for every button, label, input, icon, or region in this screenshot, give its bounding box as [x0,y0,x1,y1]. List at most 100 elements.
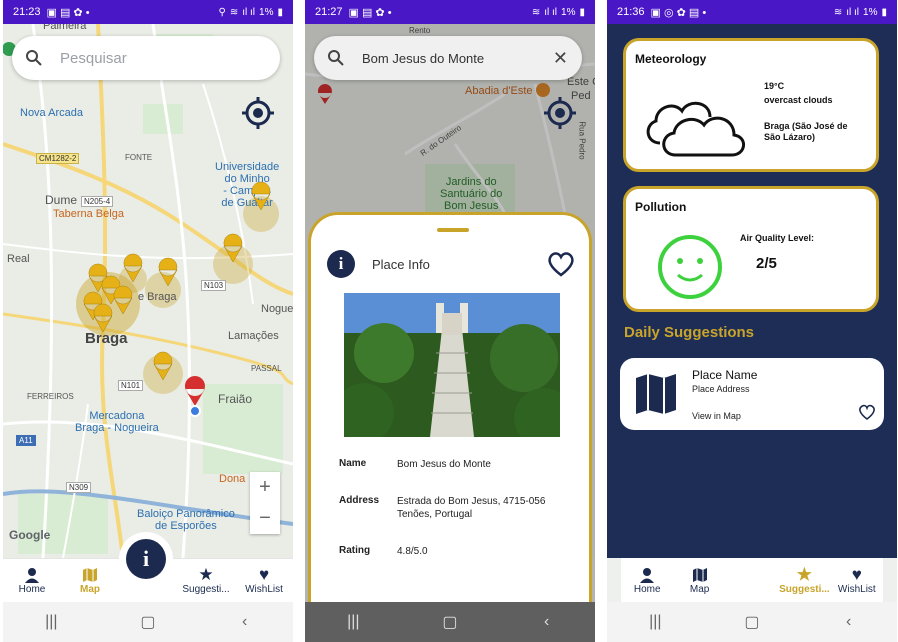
smiley-face-icon [658,235,722,299]
notification-icons: ▣ ▤ ✿ • [46,6,90,19]
nav-home[interactable]: Home [4,566,60,595]
info-icon: i [126,539,166,579]
nav-home-label: Home [633,583,661,595]
battery-icon: ▮ [579,6,585,18]
nav-home[interactable]: Home [621,566,673,595]
sheet-drag-handle[interactable] [437,228,469,232]
place-pin-icon [223,233,243,263]
status-time: 21:23 [13,6,41,18]
suggestion-card[interactable]: Place Name Place Address View in Map [620,358,884,430]
phone-suggestions-screen: 21:36 ▣ ◎ ✿ ▤ • ≋ ıl ıl 1% ▮ Meteorology… [607,0,897,642]
heart-icon: ♥ [851,564,862,584]
system-navigation: ||| ▢ ‹ [305,602,595,642]
wifi-icon: ≋ [229,6,239,18]
recent-apps-icon[interactable]: ||| [333,613,373,631]
place-pin-icon [123,253,143,283]
battery-level: 1% [863,6,878,18]
nav-suggestions[interactable]: ★ Suggesti... [778,564,830,595]
wifi-icon: ≋ [833,6,843,18]
current-location-icon [189,405,201,417]
info-key-name: Name [339,458,367,469]
air-quality-value: 2/5 [756,255,777,272]
info-fab-button[interactable]: i [121,534,171,584]
search-icon [26,50,42,66]
battery-icon: ▮ [277,6,283,18]
search-bar[interactable] [12,36,280,80]
air-quality-label: Air Quality Level: [740,233,815,243]
star-icon: ★ [796,564,813,584]
info-value-rating: 4.8/5.0 [397,546,428,557]
info-value-name: Bom Jesus do Monte [397,459,491,470]
heart-icon: ♥ [258,565,270,584]
system-navigation: ||| ▢ ‹ [607,602,897,642]
nav-suggestions[interactable]: ★ Suggesti... [178,565,234,595]
nav-wishlist-label: WishList [245,584,283,595]
signal-icon: ıl ıl [242,6,256,18]
clear-icon[interactable]: ✕ [553,48,568,69]
nav-map-label: Map [689,583,710,595]
nav-wishlist[interactable]: ♥ WishList [831,564,883,595]
search-input[interactable] [362,50,532,66]
home-icon[interactable]: ▢ [128,612,168,632]
status-bar: 21:36 ▣ ◎ ✿ ▤ • ≋ ıl ıl 1% ▮ [607,0,897,24]
view-in-map-link[interactable]: View in Map [692,411,741,421]
status-time: 21:27 [315,6,343,18]
place-photo [344,293,560,437]
status-bar: 21:23 ▣ ▤ ✿ • ⚲ ≋ ıl ıl 1% ▮ [3,0,293,24]
nav-suggestions-label: Suggesti... [182,584,230,595]
pollution-title: Pollution [635,200,687,214]
cloud-icon [646,101,745,157]
place-name: Place Name [692,368,758,382]
bottom-navigation: Home Map . ★ Suggesti... ♥ WishList [621,558,883,602]
map-icon [692,566,708,584]
info-icon: i [327,250,355,278]
temperature: 19°C [764,81,785,91]
favorite-heart-icon[interactable] [547,251,575,277]
map-icon [636,374,676,414]
daily-suggestions-title: Daily Suggestions [624,324,755,341]
info-key-rating: Rating [339,545,371,556]
system-navigation: ||| ▢ ‹ [3,602,293,642]
home-icon[interactable]: ▢ [732,612,772,632]
battery-level: 1% [561,6,576,18]
pollution-card: Pollution Air Quality Level: 2/5 [623,186,879,312]
my-location-icon[interactable] [241,96,275,130]
weather-description: overcast clouds [764,95,833,105]
back-icon[interactable]: ‹ [225,613,265,631]
zoom-out-button[interactable]: − [250,503,280,534]
nav-map[interactable]: Map [673,566,725,595]
nav-suggestions-label: Suggesti... [779,583,830,595]
location-icon: ⚲ [218,6,226,18]
phone-place-info-screen: 21:27 ▣ ▤ ✿ • ≋ ıl ıl 1% ▮ Abadia d'Este… [305,0,595,642]
zoom-in-button[interactable]: + [250,472,280,503]
zoom-controls: + − [250,472,280,534]
star-icon: ★ [198,565,214,584]
meteorology-title: Meteorology [635,52,707,66]
place-pin-icon [153,351,173,381]
search-bar[interactable]: ✕ [314,36,582,80]
nav-wishlist[interactable]: ♥ WishList [236,565,292,595]
weather-location: Braga (São José de São Lázaro) [764,121,848,142]
map-icon [82,566,98,584]
home-icon[interactable]: ▢ [430,612,470,632]
sheet-header: i Place Info [327,247,575,281]
my-location-icon[interactable] [543,96,577,130]
nav-wishlist-label: WishList [837,583,876,595]
info-row-name: Name Bom Jesus do Monte [339,458,575,471]
google-logo: Google [9,528,51,542]
selected-pin-icon [184,376,205,406]
recent-apps-icon[interactable]: ||| [635,613,675,631]
nav-map[interactable]: Map [62,566,118,595]
favorite-heart-icon[interactable] [858,404,876,420]
back-icon[interactable]: ‹ [527,613,567,631]
wifi-icon: ≋ [531,6,541,18]
place-pin-icon [93,303,113,333]
battery-level: 1% [259,6,274,18]
place-info-sheet: i Place Info Name Bom Jesus do Monte Add… [308,212,592,604]
search-icon [328,50,344,66]
search-input[interactable] [60,49,250,67]
recent-apps-icon[interactable]: ||| [31,613,71,631]
back-icon[interactable]: ‹ [829,613,869,631]
person-icon [639,566,655,584]
nav-map-label: Map [80,584,100,595]
